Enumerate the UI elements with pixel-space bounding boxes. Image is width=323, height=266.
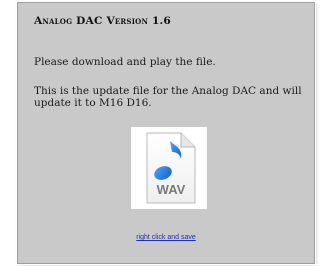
wav-label: WAV <box>157 182 186 197</box>
wav-file-icon[interactable]: WAV <box>131 127 207 209</box>
wav-document-icon: WAV <box>146 132 196 204</box>
download-link[interactable]: right click and save <box>18 234 314 241</box>
page-title: Analog DAC Version 1.6 <box>34 15 171 27</box>
update-description: This is the update file for the Analog D… <box>34 85 302 109</box>
download-instruction: Please download and play the file. <box>34 56 216 68</box>
content-panel: Analog DAC Version 1.6 Please download a… <box>17 2 315 264</box>
